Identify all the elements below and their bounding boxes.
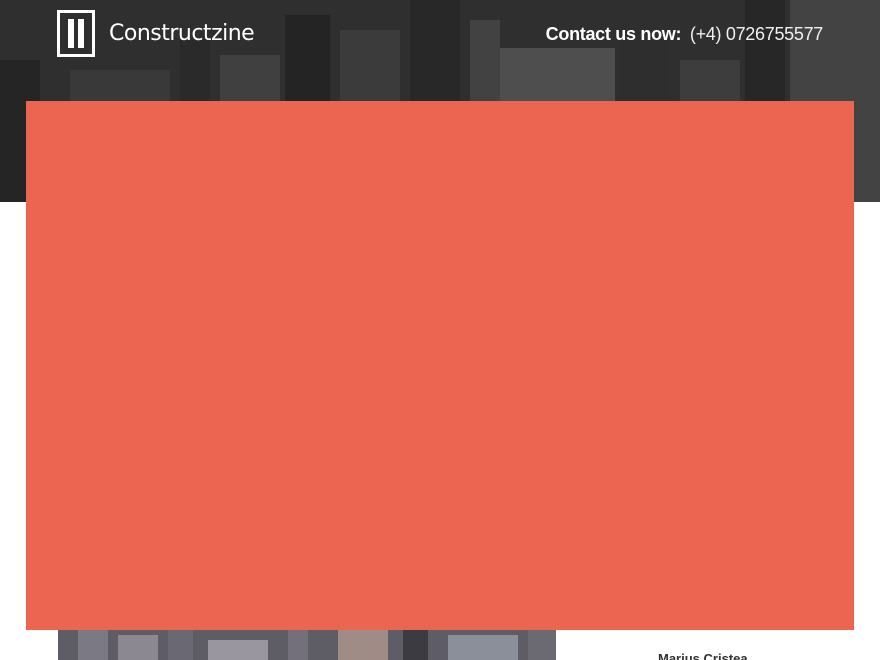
brand-name: Constructzine	[109, 21, 255, 46]
constructzine-logo-icon	[57, 10, 95, 57]
brand-logo[interactable]: Constructzine	[57, 10, 255, 57]
page: Constructzine Contact us now: (+4) 07267…	[0, 0, 880, 660]
contact-phone[interactable]: (+4) 0726755577	[690, 24, 823, 44]
contact-label: Contact us now:	[545, 24, 682, 44]
modal-overlay[interactable]	[26, 101, 854, 630]
author-name[interactable]: Marius Cristea	[658, 651, 748, 660]
header-contact: Contact us now: (+4) 0726755577	[545, 24, 824, 45]
